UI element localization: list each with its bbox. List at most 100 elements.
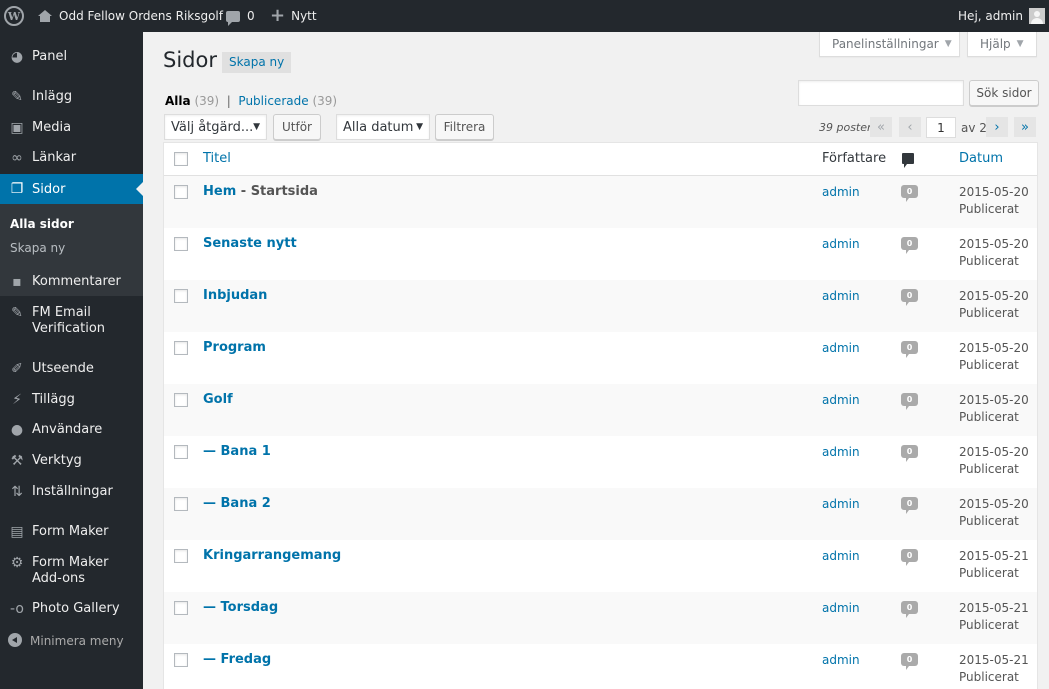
publish-status: Publicerat [959,618,1019,632]
row-checkbox[interactable] [174,653,188,667]
sidebar-item-form-maker[interactable]: ▤ Form Maker [0,523,143,541]
author-link[interactable]: admin [822,393,860,407]
comment-count-bubble[interactable]: 0 [901,185,918,202]
publish-status: Publicerat [959,306,1019,320]
row-checkbox[interactable] [174,601,188,615]
comment-count-bubble[interactable]: 0 [901,497,918,514]
form-icon: ▤ [10,524,24,540]
row-date: 2015-05-20 Publicerat [959,236,1029,270]
last-page-button[interactable]: » [1014,117,1036,137]
date-value: 2015-05-21 [959,601,1029,615]
my-account-link[interactable]: Hej, admin [958,0,1045,32]
page-title-link[interactable]: Golf [203,392,233,407]
sidebar-item-users[interactable]: ● Användare [0,421,143,439]
filter-published[interactable]: Publicerade [238,94,308,108]
add-new-button[interactable]: Skapa ny [222,52,292,73]
comment-count-bubble[interactable]: 0 [901,393,918,410]
row-checkbox[interactable] [174,289,188,303]
author-link[interactable]: admin [822,341,860,355]
avatar [1029,8,1045,24]
column-date[interactable]: Datum [959,151,1003,166]
comment-count-bubble[interactable]: 0 [901,653,918,670]
submenu-add-new[interactable]: Skapa ny [10,241,65,255]
page-title-link[interactable]: — Bana 1 [203,444,271,459]
author-link[interactable]: admin [822,601,860,615]
page-title-link[interactable]: Hem - Startsida [203,184,318,199]
sidebar-item-photo-gallery[interactable]: -o Photo Gallery [0,600,143,618]
column-title[interactable]: Titel [203,151,231,166]
apply-button[interactable]: Utför [273,114,321,140]
author-link[interactable]: admin [822,289,860,303]
author-link[interactable]: admin [822,549,860,563]
wordpress-logo-button[interactable]: W [4,0,26,32]
sidebar-item-panel[interactable]: ◕ Panel [0,48,143,66]
new-content-link[interactable]: + Nytt [270,0,317,32]
wordpress-icon: W [4,6,24,26]
date-filter-select[interactable]: Alla datum ▼ [336,114,430,140]
row-checkbox[interactable] [174,341,188,355]
sidebar-item-links[interactable]: ∞ Länkar [0,149,143,167]
sidebar-item-pages[interactable]: ❐ Sidor [0,174,143,204]
page-title-link[interactable]: Inbjudan [203,288,267,303]
comment-count-bubble[interactable]: 0 [901,549,918,566]
table-row: Program admin 0 2015-05-20 Publicerat [164,332,1037,384]
comment-count-bubble[interactable]: 0 [901,341,918,358]
bulk-action-select[interactable]: Välj åtgärd... ▼ [164,114,267,140]
comments-link[interactable]: 0 [226,0,255,32]
page-title-link[interactable]: — Torsdag [203,600,278,615]
page-title-link[interactable]: Program [203,340,266,355]
sidebar-item-plugins[interactable]: ⚡ Tillägg [0,391,143,409]
author-link[interactable]: admin [822,237,860,251]
sidebar-item-appearance[interactable]: ✐ Utseende [0,360,143,378]
sidebar-item-fm-email-verification[interactable]: ✎ FM Email Verification [0,304,143,337]
page-title-link[interactable]: — Fredag [203,652,271,667]
collapse-menu-button[interactable]: Minimera meny [0,632,143,649]
search-input[interactable] [798,80,964,106]
row-title: — Bana 2 [203,496,271,511]
row-date: 2015-05-21 Publicerat [959,652,1029,686]
author-link[interactable]: admin [822,445,860,459]
gear-icon: ⚙ [10,555,24,571]
sidebar-item-media[interactable]: ▣ Media [0,119,143,137]
site-name-link[interactable]: Odd Fellow Ordens Riksgolf [38,0,223,32]
row-checkbox[interactable] [174,185,188,199]
comment-count-bubble[interactable]: 0 [901,601,918,618]
page-title-link[interactable]: Senaste nytt [203,236,297,251]
new-label: Nytt [291,9,317,23]
row-checkbox[interactable] [174,497,188,511]
submenu-all-pages[interactable]: Alla sidor [10,217,74,231]
comment-count-bubble[interactable]: 0 [901,289,918,306]
comment-count-bubble[interactable]: 0 [901,445,918,462]
date-value: 2015-05-20 [959,497,1029,511]
table-row: — Bana 1 admin 0 2015-05-20 Publicerat [164,436,1037,488]
current-page-input[interactable]: 1 [926,117,956,138]
help-button[interactable]: Hjälp ▼ [967,32,1037,57]
sidebar-item-settings[interactable]: ⇅ Inställningar [0,483,143,501]
sidebar-item-comments[interactable]: ▪ Kommentarer [0,273,143,291]
author-link[interactable]: admin [822,653,860,667]
filter-button[interactable]: Filtrera [435,114,494,140]
sidebar-item-form-maker-addons[interactable]: ⚙ Form Maker Add-ons [0,554,143,587]
row-checkbox[interactable] [174,549,188,563]
select-all-checkbox[interactable] [174,152,188,166]
comment-count-bubble[interactable]: 0 [901,237,918,254]
search-pages-button[interactable]: Sök sidor [969,80,1039,106]
total-pages: av 2 [961,121,987,135]
next-page-button[interactable]: › [986,117,1008,137]
comments-column-icon[interactable] [902,153,914,168]
row-title: Inbjudan [203,288,268,303]
row-checkbox[interactable] [174,237,188,251]
filter-all[interactable]: Alla [165,94,191,108]
author-link[interactable]: admin [822,497,860,511]
author-link[interactable]: admin [822,185,860,199]
date-value: 2015-05-20 [959,237,1029,251]
row-checkbox[interactable] [174,393,188,407]
screen-options-button[interactable]: Panelinställningar ▼ [819,32,960,57]
page-title: Sidor [163,48,217,72]
page-title-link[interactable]: Kringarrangemang [203,548,341,563]
date-value: 2015-05-20 [959,393,1029,407]
row-checkbox[interactable] [174,445,188,459]
sidebar-item-tools[interactable]: ⚒ Verktyg [0,452,143,470]
sidebar-item-posts[interactable]: ✎ Inlägg [0,88,143,106]
page-title-link[interactable]: — Bana 2 [203,496,271,511]
